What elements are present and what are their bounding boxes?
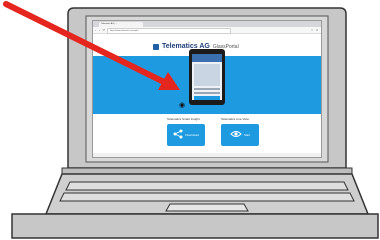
pointer-arrow	[3, 1, 180, 90]
arrow-shaft	[3, 1, 171, 87]
